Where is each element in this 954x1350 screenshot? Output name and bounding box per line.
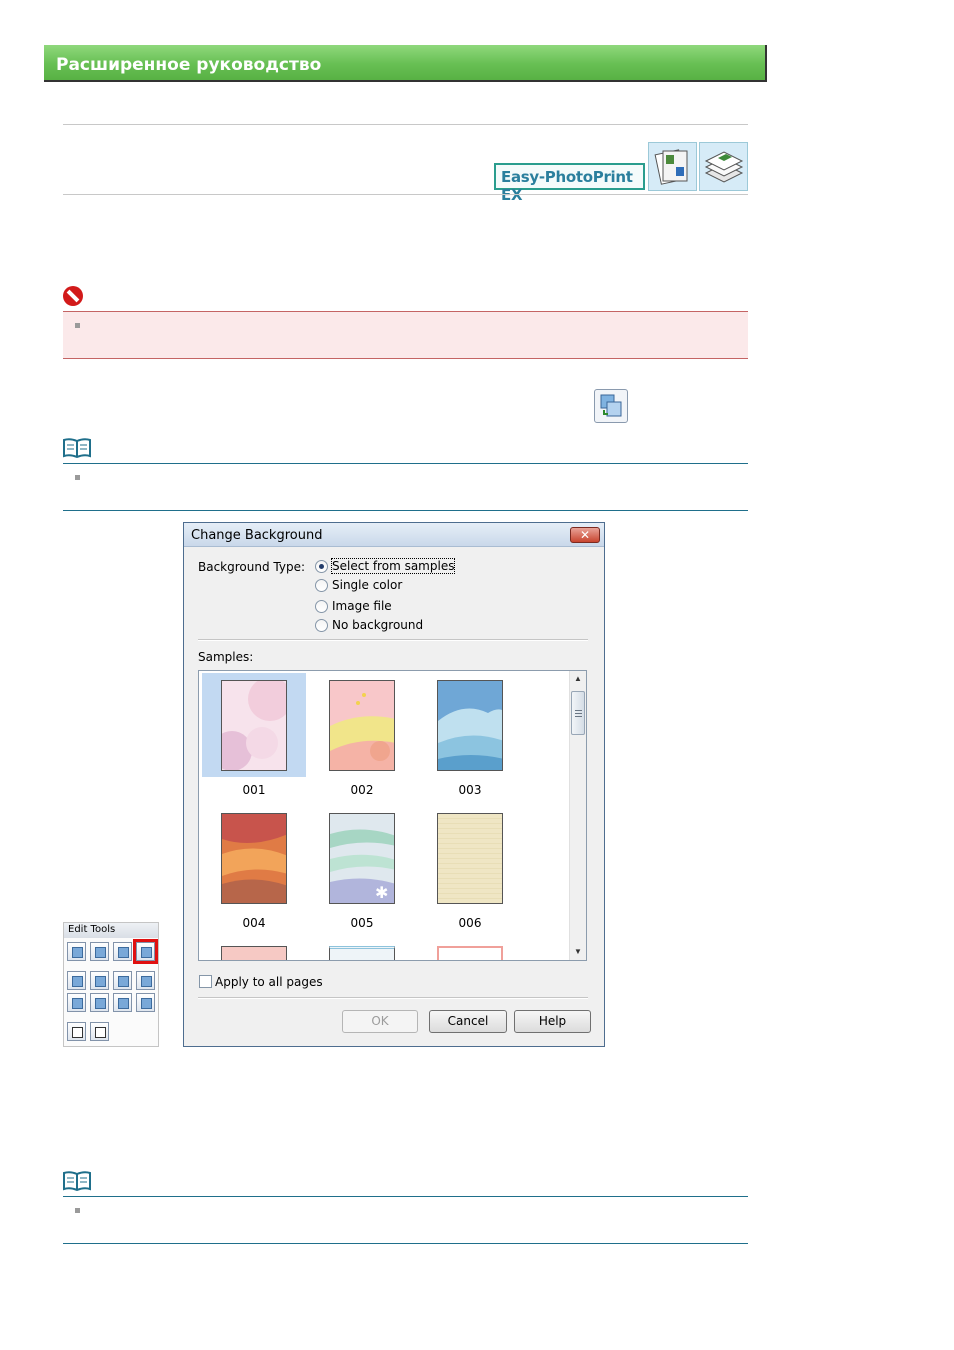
sample-label: 004 xyxy=(242,916,266,930)
background-type-label: Background Type: xyxy=(198,560,306,574)
sample-label: 006 xyxy=(458,916,482,930)
close-button[interactable]: ✕ xyxy=(570,527,600,543)
edit-tools-palette: Edit Tools xyxy=(63,922,159,1047)
samples-label: Samples: xyxy=(198,650,254,664)
album-icon xyxy=(648,142,697,191)
sample-thumbnail xyxy=(437,680,503,771)
sample-thumbnail xyxy=(329,680,395,771)
sample-thumbnail-partial xyxy=(329,946,395,960)
image-tool-10-icon[interactable] xyxy=(90,993,109,1012)
palette-title: Edit Tools xyxy=(64,923,158,938)
note-bottom-rule xyxy=(63,510,748,511)
sample-frame xyxy=(202,806,306,910)
sample-item-002[interactable]: 002 xyxy=(310,673,414,797)
dialog-separator xyxy=(198,639,588,641)
note-book-icon xyxy=(63,1171,91,1191)
change-background-dialog: Change Background ✕ Background Type: Sel… xyxy=(183,522,605,1047)
sample-item-001[interactable]: 001 xyxy=(202,673,306,797)
shape-tool-icon[interactable] xyxy=(113,993,132,1012)
sample-frame xyxy=(418,673,522,777)
radio-single-color[interactable] xyxy=(315,579,328,592)
ok-button[interactable]: OK xyxy=(342,1010,418,1033)
note-top-rule xyxy=(63,463,748,464)
image-tool-2-icon[interactable] xyxy=(90,942,109,961)
sample-thumbnail xyxy=(221,813,287,904)
vertical-text-tool-icon[interactable] xyxy=(90,1022,109,1041)
sample-thumbnail-partial xyxy=(437,946,503,960)
sample-thumbnail: ✱ xyxy=(329,813,395,904)
samples-scrollbar[interactable]: ▲ ▼ xyxy=(569,671,586,960)
apply-all-pages-checkbox[interactable] xyxy=(199,975,212,988)
sample-frame: ✱ xyxy=(310,806,414,910)
dialog-title: Change Background xyxy=(191,528,323,543)
sample-label: 001 xyxy=(242,783,266,797)
dialog-titlebar: Change Background ✕ xyxy=(184,523,604,547)
scroll-thumb[interactable] xyxy=(571,691,585,735)
scroll-grip xyxy=(575,716,582,717)
image-tool-1-icon[interactable] xyxy=(67,942,86,961)
layout-tool-icon[interactable] xyxy=(90,971,109,990)
manual-banner: Расширенное руководство xyxy=(44,45,767,82)
caution-icon xyxy=(63,286,83,306)
note-bottom-rule xyxy=(63,1243,748,1244)
caution-box xyxy=(63,311,748,359)
sample-thumbnail xyxy=(437,813,503,904)
radio-label-image-file[interactable]: Image file xyxy=(332,599,392,613)
bullet-marker xyxy=(75,475,80,480)
sample-frame xyxy=(310,673,414,777)
sample-thumbnail xyxy=(221,680,287,771)
samples-list[interactable]: 001 002 003 004 ✱ 005 006 ▲ ▼ xyxy=(198,670,587,961)
dialog-separator xyxy=(198,997,588,999)
change-background-icon xyxy=(594,389,628,423)
scroll-down-arrow-icon[interactable]: ▼ xyxy=(570,944,586,960)
radio-no-background[interactable] xyxy=(315,619,328,632)
bullet-marker xyxy=(75,1208,80,1213)
app-badge: Easy-PhotoPrint EX xyxy=(494,163,645,204)
radio-image-file[interactable] xyxy=(315,600,328,613)
note-top-rule xyxy=(63,1196,748,1197)
radio-select-from-samples[interactable] xyxy=(315,560,328,573)
sample-item-005[interactable]: ✱ 005 xyxy=(310,806,414,930)
scroll-grip xyxy=(575,713,582,714)
photo-tool-icon[interactable] xyxy=(136,971,155,990)
paint-tool-icon[interactable] xyxy=(136,993,155,1012)
sample-item-006[interactable]: 006 xyxy=(418,806,522,930)
text-tool-icon[interactable] xyxy=(67,1022,86,1041)
cancel-button[interactable]: Cancel xyxy=(429,1010,507,1033)
layout-print-icon xyxy=(699,142,748,191)
sample-label: 002 xyxy=(350,783,374,797)
radio-label-select-from-samples[interactable]: Select from samples xyxy=(330,558,456,574)
sample-item-004[interactable]: 004 xyxy=(202,806,306,930)
frame-tool-icon[interactable] xyxy=(67,971,86,990)
radio-label-no-background[interactable]: No background xyxy=(332,618,423,632)
sample-label: 005 xyxy=(350,916,374,930)
sample-label: 003 xyxy=(458,783,482,797)
help-button[interactable]: Help xyxy=(514,1010,591,1033)
header-divider xyxy=(63,124,748,125)
image-tool-3-icon[interactable] xyxy=(113,942,132,961)
image-tool-9-icon[interactable] xyxy=(67,993,86,1012)
bullet-marker xyxy=(75,323,80,328)
svg-text:✱: ✱ xyxy=(375,883,388,902)
title-divider xyxy=(63,194,748,195)
radio-label-single-color[interactable]: Single color xyxy=(332,578,402,592)
date-tool-icon[interactable] xyxy=(113,971,132,990)
sample-selection-highlight xyxy=(202,673,306,777)
apply-all-pages-label[interactable]: Apply to all pages xyxy=(215,975,323,989)
sample-item-003[interactable]: 003 xyxy=(418,673,522,797)
scroll-up-arrow-icon[interactable]: ▲ xyxy=(570,671,586,687)
scroll-grip xyxy=(575,710,582,711)
tool-highlight-frame xyxy=(133,939,158,964)
sample-frame xyxy=(418,806,522,910)
sample-thumbnail-partial xyxy=(221,946,287,960)
note-book-icon xyxy=(63,438,91,458)
